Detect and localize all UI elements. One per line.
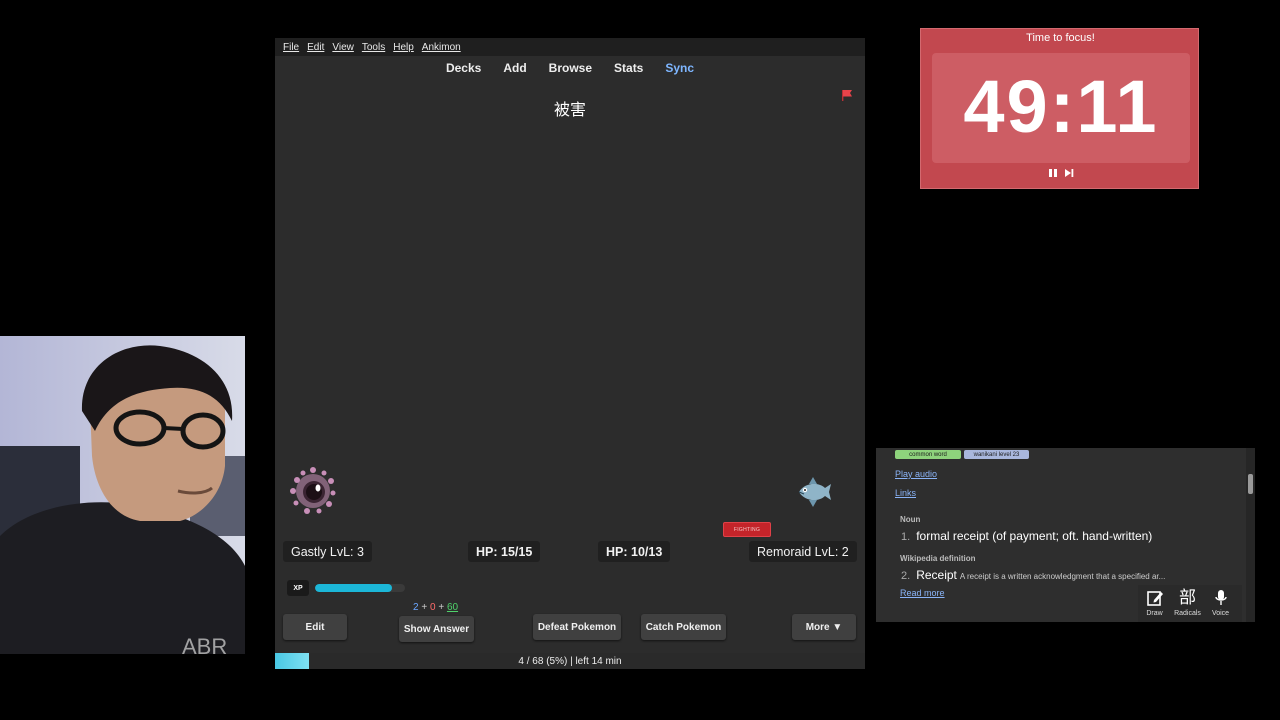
- draw-label: Draw: [1146, 610, 1163, 617]
- pause-icon[interactable]: [1048, 168, 1058, 178]
- skip-icon[interactable]: [1064, 168, 1074, 178]
- timer-title: Time to focus!: [1026, 32, 1095, 44]
- menu-file[interactable]: File: [283, 42, 299, 53]
- xp-label: XP: [287, 580, 309, 596]
- definition-2: 2. Receipt A receipt is a written acknowle…: [901, 568, 1201, 582]
- menu-bar: File Edit View Tools Help Ankimon: [275, 38, 865, 56]
- tag-wanikani-level: wanikani level 23: [964, 450, 1029, 459]
- xp-bar: [315, 584, 405, 592]
- read-more-link[interactable]: Read more: [900, 588, 945, 598]
- more-button[interactable]: More ▼: [792, 614, 856, 640]
- dictionary-panel: common word wanikani level 23 Play audio…: [876, 448, 1255, 622]
- links-link[interactable]: Links: [895, 488, 916, 498]
- definition-text: Receipt: [916, 568, 957, 582]
- voice-tool[interactable]: Voice: [1204, 585, 1237, 622]
- menu-ankimon[interactable]: Ankimon: [422, 42, 461, 53]
- card-front-text: 被害: [553, 100, 586, 119]
- defeat-pokemon-button[interactable]: Defeat Pokemon: [533, 614, 621, 640]
- nav-sync[interactable]: Sync: [665, 61, 694, 75]
- part-of-speech: Noun: [900, 515, 921, 524]
- definition-number: 2.: [901, 570, 911, 582]
- enemy-hp: HP: 10/13: [598, 541, 671, 562]
- draw-tool[interactable]: Draw: [1138, 585, 1171, 622]
- pencil-icon: [1146, 591, 1163, 606]
- radicals-tool[interactable]: 部 Radicals: [1171, 585, 1204, 622]
- xp-bar-fill: [315, 584, 392, 592]
- menu-view[interactable]: View: [332, 42, 354, 53]
- menu-edit[interactable]: Edit: [307, 42, 324, 53]
- definition-extract: A receipt is a written acknowledgment th…: [959, 572, 1166, 581]
- enemy-level-label: Remoraid LvL: 2: [749, 541, 857, 562]
- player-level-label: Gastly LvL: 3: [283, 541, 372, 562]
- menu-help[interactable]: Help: [393, 42, 414, 53]
- timer-panel: 49:11: [932, 53, 1190, 163]
- input-tools: Draw 部 Radicals Voice: [1138, 585, 1242, 622]
- count-new: 2: [413, 602, 419, 613]
- wikipedia-heading: Wikipedia definition: [900, 554, 976, 563]
- definition-number: 1.: [901, 531, 911, 543]
- show-answer-button[interactable]: Show Answer: [399, 616, 474, 642]
- remoraid-sprite: [798, 477, 831, 507]
- scrollbar-thumb[interactable]: [1248, 474, 1253, 494]
- nav-browse[interactable]: Browse: [549, 61, 592, 75]
- timer-countdown: 49:11: [963, 65, 1159, 148]
- radicals-label: Radicals: [1174, 610, 1201, 617]
- nav-add[interactable]: Add: [503, 61, 526, 75]
- player-hp: HP: 15/15: [468, 541, 541, 562]
- review-counts: 2 + 0 + 60: [413, 602, 458, 613]
- edit-button[interactable]: Edit: [283, 614, 347, 640]
- top-nav: Decks Add Browse Stats Sync: [275, 56, 865, 80]
- catch-pokemon-button[interactable]: Catch Pokemon: [641, 614, 726, 640]
- webcam-feed: ABR: [0, 336, 245, 654]
- enemy-type-badge: FIGHTING: [723, 522, 771, 537]
- definition-1: 1. formal receipt (of payment; oft. hand-…: [901, 529, 1152, 543]
- tag-common-word: common word: [895, 450, 961, 459]
- focus-timer: Time to focus! 49:11: [920, 28, 1199, 189]
- progress-text: 4 / 68 (5%) | left 14 min: [518, 656, 622, 667]
- count-learn: 0: [429, 602, 436, 613]
- gastly-sprite: [290, 467, 336, 514]
- timer-controls: [921, 168, 1200, 178]
- count-plus: +: [421, 602, 428, 613]
- definition-text: formal receipt (of payment; oft. hand-wr…: [916, 529, 1153, 543]
- nav-stats[interactable]: Stats: [614, 61, 643, 75]
- count-plus: +: [438, 602, 445, 613]
- radicals-glyph-icon: 部: [1179, 588, 1196, 608]
- nav-decks[interactable]: Decks: [446, 61, 481, 75]
- menu-tools[interactable]: Tools: [362, 42, 385, 53]
- count-review: 60: [446, 602, 459, 613]
- flag-icon[interactable]: [841, 89, 853, 101]
- svg-text:ABR: ABR: [182, 634, 227, 654]
- play-audio-link[interactable]: Play audio: [895, 469, 937, 479]
- anki-window: File Edit View Tools Help Ankimon Decks …: [275, 38, 865, 669]
- microphone-icon: [1214, 590, 1227, 605]
- voice-label: Voice: [1211, 610, 1230, 617]
